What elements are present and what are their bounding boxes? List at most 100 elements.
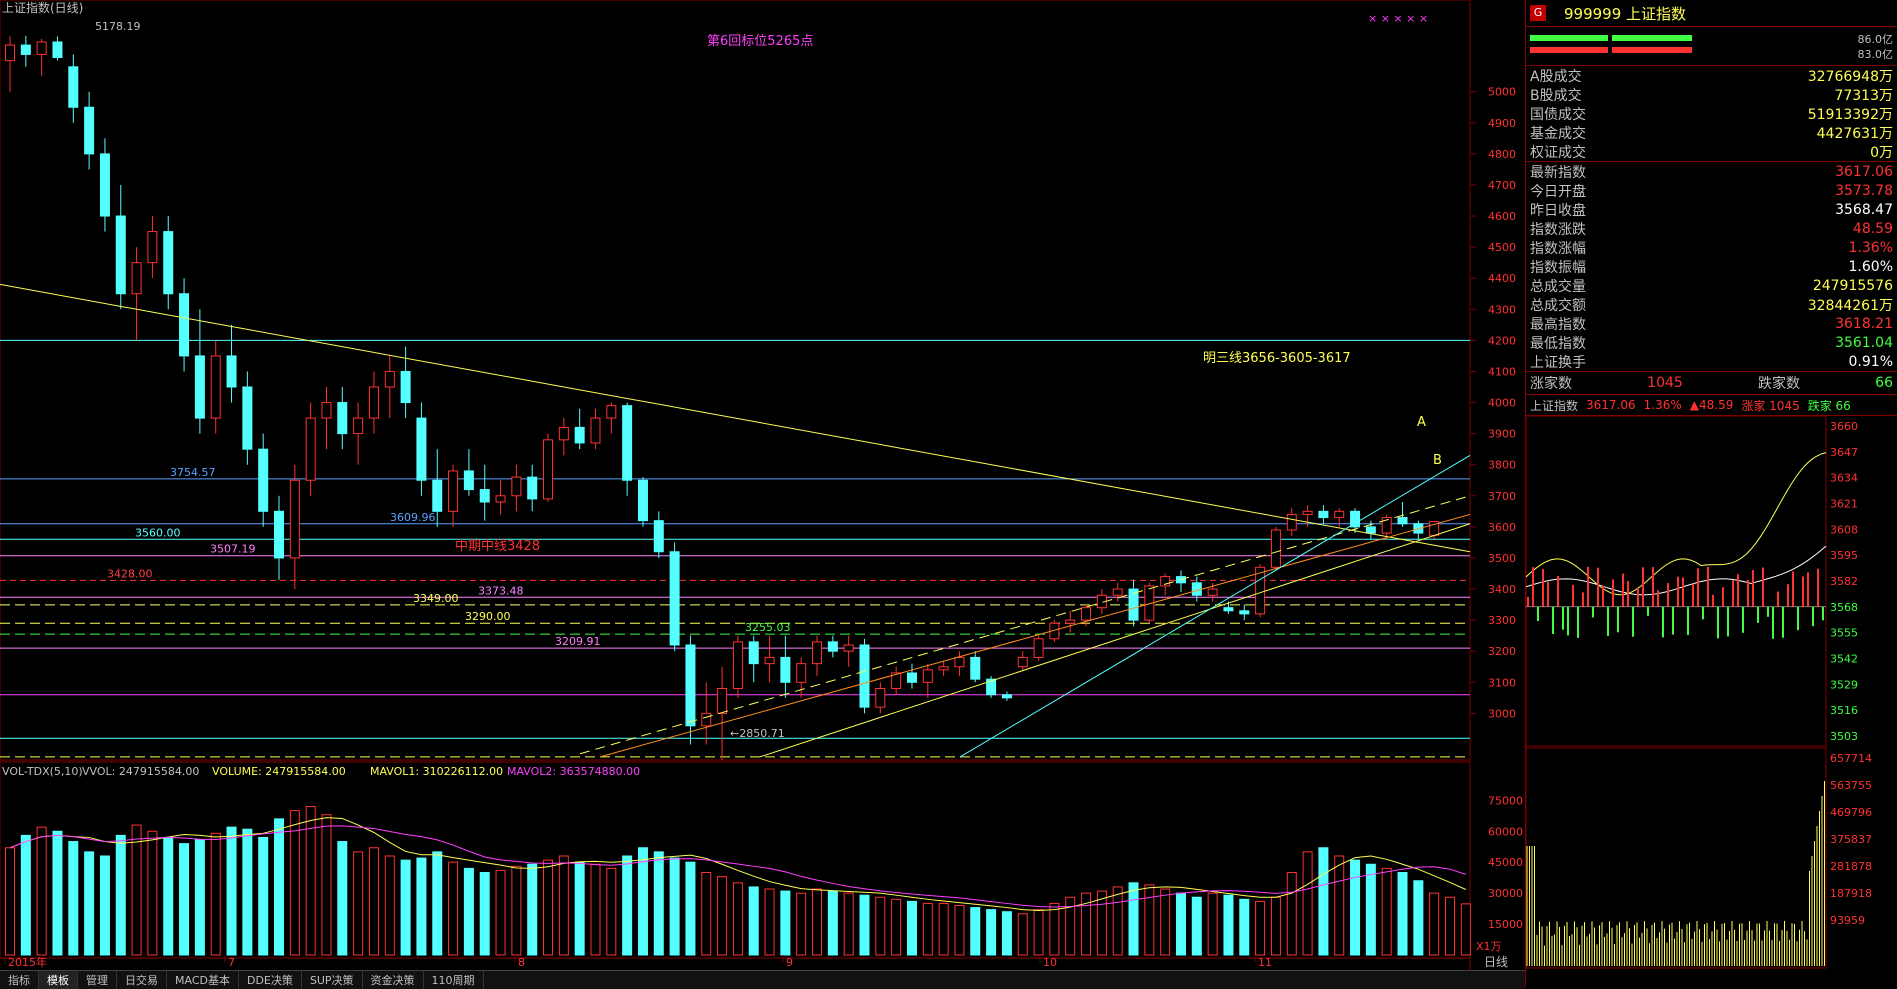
intraday-volume-tick: 657714 — [1830, 752, 1872, 765]
stat-row: 指数涨跌 48.59 — [1526, 219, 1897, 238]
candle — [210, 340, 221, 434]
volume-bar — [1144, 884, 1155, 956]
volume-bar — [479, 872, 490, 956]
candle-body — [68, 66, 79, 108]
tab-1[interactable]: 模板 — [39, 971, 78, 989]
turnover-section: A股成交 32766948万 B股成交 77313万 国债成交 51913392万 基金成交… — [1526, 66, 1897, 162]
candle — [543, 433, 554, 503]
stat-row: 上证换手 0.91% — [1526, 352, 1897, 371]
x-marks: × × × × × — [1368, 12, 1428, 25]
date-label: 10 — [1043, 956, 1057, 969]
candle — [796, 657, 807, 698]
candle — [780, 635, 791, 698]
volume-bar — [1429, 892, 1440, 956]
stat-label: A股成交 — [1530, 68, 1582, 85]
stat-row: 今日开盘 3573.78 — [1526, 181, 1897, 200]
volume-bar — [495, 869, 506, 956]
candle-body — [1112, 588, 1123, 596]
volume-bar — [384, 855, 395, 956]
candle-body — [780, 656, 791, 683]
kline-chart[interactable]: 5000 4900 4800 4700 4600 4500 4400 4300 4200 4100… — [0, 0, 1525, 970]
candle-body — [1302, 510, 1313, 515]
candle-body — [163, 231, 174, 295]
bar-value-low: 83.0亿 — [1857, 48, 1894, 61]
volume-bar — [954, 905, 965, 956]
candle — [970, 651, 981, 683]
price-tick-label: 4800 — [1488, 148, 1516, 161]
volume-bar — [558, 855, 569, 956]
tab-3[interactable]: 日交易 — [117, 971, 167, 989]
volume-bar — [1350, 859, 1361, 956]
tab-8[interactable]: 110周期 — [424, 971, 484, 989]
candle-body — [527, 476, 538, 500]
candle — [527, 464, 538, 512]
candle-body — [1239, 610, 1250, 615]
level-label: 3349.00 — [413, 592, 459, 605]
stat-row: 国债成交 51913392万 — [1526, 104, 1897, 123]
candle-body — [52, 41, 63, 59]
candle-body — [115, 215, 126, 295]
intraday-price-tick: 3568 — [1830, 601, 1858, 614]
candle — [891, 666, 902, 695]
point-b-label: B — [1433, 453, 1442, 468]
volume-bar — [606, 867, 617, 956]
candle-body — [685, 644, 696, 727]
tab-2[interactable]: 管理 — [78, 971, 117, 989]
buy-bar-2 — [1612, 35, 1692, 41]
intraday-price-tick: 3660 — [1830, 420, 1858, 433]
intraday-pct: 1.36% — [1643, 398, 1682, 412]
intraday-price-tick: 3529 — [1830, 678, 1858, 691]
candle-body — [432, 479, 443, 512]
stat-label: 权证成交 — [1530, 144, 1586, 161]
intraday-price-tick: 3555 — [1830, 627, 1858, 640]
candle-body — [495, 495, 506, 503]
tab-4[interactable]: MACD基本 — [167, 971, 239, 989]
candle — [353, 402, 364, 465]
candle — [701, 682, 712, 745]
price-tick-label: 4200 — [1488, 334, 1516, 347]
stat-row: 指数振幅 1.60% — [1526, 257, 1897, 276]
volume-bar — [353, 851, 364, 956]
price-tick-label: 3900 — [1488, 428, 1516, 441]
tab-0[interactable]: 指标 — [0, 971, 39, 989]
up-count: 1045 — [1647, 375, 1683, 391]
volume-bar — [289, 810, 300, 956]
volume-bar — [622, 855, 633, 956]
candle — [764, 635, 775, 683]
volume-bar — [1270, 896, 1281, 956]
stat-value: 247915576 — [1812, 277, 1893, 294]
candle-body — [226, 355, 237, 388]
candle — [622, 402, 633, 496]
candle-body — [36, 41, 47, 55]
candle — [337, 387, 348, 450]
price-tick-label: 3400 — [1488, 583, 1516, 596]
intraday-chart[interactable]: 3660 3647 3634 3621 3608 3595 3582 3568 3555 3542… — [1525, 415, 1896, 986]
level-label: 3255.03 — [745, 621, 791, 634]
candle — [954, 651, 965, 677]
candle — [495, 480, 506, 515]
level-label: 3560.00 — [135, 526, 181, 539]
volume-tick-label: 60000 — [1488, 825, 1523, 838]
candle-body — [1365, 526, 1376, 534]
tab-6[interactable]: SUP决策 — [302, 971, 363, 989]
tab-5[interactable]: DDE决策 — [239, 971, 302, 989]
candle — [1318, 505, 1329, 524]
candle-body — [179, 293, 190, 357]
candle — [274, 495, 285, 580]
intraday-avg-line — [1525, 452, 1827, 596]
candle — [685, 635, 696, 745]
volume-bar — [701, 872, 712, 956]
market-badge[interactable]: G — [1530, 5, 1546, 21]
candle-body — [1223, 607, 1234, 612]
volume-bar — [179, 843, 190, 956]
candle-body — [669, 551, 680, 646]
candle-body — [970, 656, 981, 680]
volume-bar — [1239, 898, 1250, 956]
candle — [859, 638, 870, 714]
candle-body — [448, 470, 459, 512]
candle — [147, 216, 158, 279]
price-tick-label: 4100 — [1488, 365, 1516, 378]
tab-7[interactable]: 资金决策 — [363, 971, 424, 989]
candle — [748, 635, 759, 683]
candle — [1128, 579, 1139, 627]
